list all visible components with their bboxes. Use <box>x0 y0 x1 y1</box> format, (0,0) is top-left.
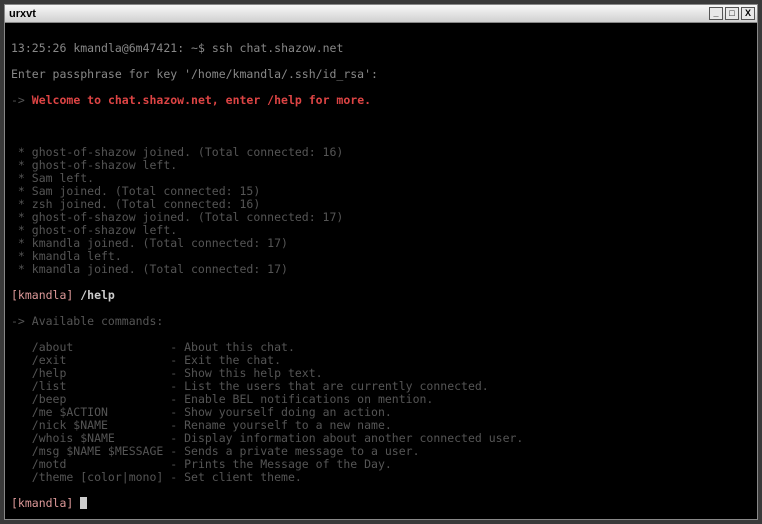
ssh-command: ssh chat.shazow.net <box>212 41 344 55</box>
help-cmd: /beep <box>11 392 170 406</box>
chat-event-line: * kmandla joined. (Total connected: 17) <box>11 237 751 250</box>
chat-username: [kmandla] <box>11 288 73 302</box>
help-cmd: /list <box>11 379 170 393</box>
prompt-path: ~ <box>191 41 198 55</box>
help-desc: - Show yourself doing an action. <box>170 405 392 419</box>
help-cmd: /msg $NAME $MESSAGE <box>11 444 170 458</box>
help-desc: - List the users that are currently conn… <box>170 379 489 393</box>
help-cmd: /me $ACTION <box>11 405 170 419</box>
help-desc: - Exit the chat. <box>170 353 281 367</box>
help-cmd: /motd <box>11 457 170 471</box>
minimize-button[interactable]: _ <box>709 7 723 20</box>
prompt-userhost: kmandla@6m47421 <box>73 41 177 55</box>
welcome-arrow: -> <box>11 93 25 107</box>
help-cmd: /whois $NAME <box>11 431 170 445</box>
terminal-window: urxvt _ □ X 13:25:26 kmandla@6m47421: ~$… <box>4 4 758 520</box>
help-desc: - Sends a private message to a user. <box>170 444 419 458</box>
window-controls: _ □ X <box>709 7 755 20</box>
shell-prompt-line: 13:25:26 kmandla@6m47421: ~$ ssh chat.sh… <box>11 42 751 55</box>
chat-command: /help <box>73 288 115 302</box>
maximize-button[interactable]: □ <box>725 7 739 20</box>
chat-event-line: * ghost-of-shazow left. <box>11 159 751 172</box>
help-header: -> Available commands: <box>11 315 751 328</box>
cursor <box>80 497 87 509</box>
welcome-line: -> Welcome to chat.shazow.net, enter /he… <box>11 94 751 107</box>
help-desc: - Enable BEL notifications on mention. <box>170 392 433 406</box>
help-desc: - Set client theme. <box>170 470 302 484</box>
help-desc: - Prints the Message of the Day. <box>170 457 392 471</box>
help-cmd: /help <box>11 366 170 380</box>
help-cmd: /about <box>11 340 170 354</box>
chat-event-line: * kmandla joined. (Total connected: 17) <box>11 263 751 276</box>
help-line: /theme [color|mono] - Set client theme. <box>11 471 751 484</box>
terminal-area[interactable]: 13:25:26 kmandla@6m47421: ~$ ssh chat.sh… <box>5 23 757 519</box>
prompt-symbol: $ <box>198 41 205 55</box>
passphrase-line: Enter passphrase for key '/home/kmandla/… <box>11 68 751 81</box>
chat-username-prompt: [kmandla] <box>11 497 73 510</box>
help-cmd: /exit <box>11 353 170 367</box>
help-desc: - Show this help text. <box>170 366 322 380</box>
help-desc: - Rename yourself to a new name. <box>170 418 392 432</box>
close-button[interactable]: X <box>741 7 755 20</box>
help-cmd: /nick $NAME <box>11 418 170 432</box>
prompt-time: 13:25:26 <box>11 41 66 55</box>
help-cmd: /theme [color|mono] <box>11 470 170 484</box>
input-prompt-line[interactable]: [kmandla] <box>11 497 751 510</box>
titlebar: urxvt _ □ X <box>5 5 757 23</box>
help-desc: - Display information about another conn… <box>170 431 523 445</box>
prompt-space <box>73 497 80 510</box>
help-desc: - About this chat. <box>170 340 295 354</box>
welcome-text: Welcome to chat.shazow.net, enter /help … <box>25 93 371 107</box>
window-title: urxvt <box>7 8 709 20</box>
user-help-line: [kmandla] /help <box>11 289 751 302</box>
blank-line <box>11 120 751 133</box>
